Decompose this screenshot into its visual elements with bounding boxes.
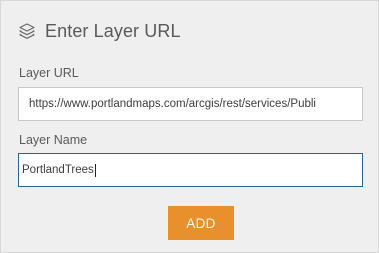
add-layer-panel: Enter Layer URL Layer URL https://www.po… [0,0,379,253]
panel-title: Enter Layer URL [45,20,181,41]
layer-name-value: PortlandTrees [22,164,94,176]
layer-name-label: Layer Name [19,133,88,147]
layer-name-input[interactable]: PortlandTrees [18,153,363,187]
layer-url-value: https://www.portlandmaps.com/arcgis/rest… [29,98,316,110]
layer-url-input[interactable]: https://www.portlandmaps.com/arcgis/rest… [18,87,363,121]
text-caret [94,163,96,177]
add-button[interactable]: ADD [168,206,234,240]
panel-header: Enter Layer URL [18,19,181,43]
layer-url-label: Layer URL [19,66,79,80]
layers-icon [18,22,36,40]
